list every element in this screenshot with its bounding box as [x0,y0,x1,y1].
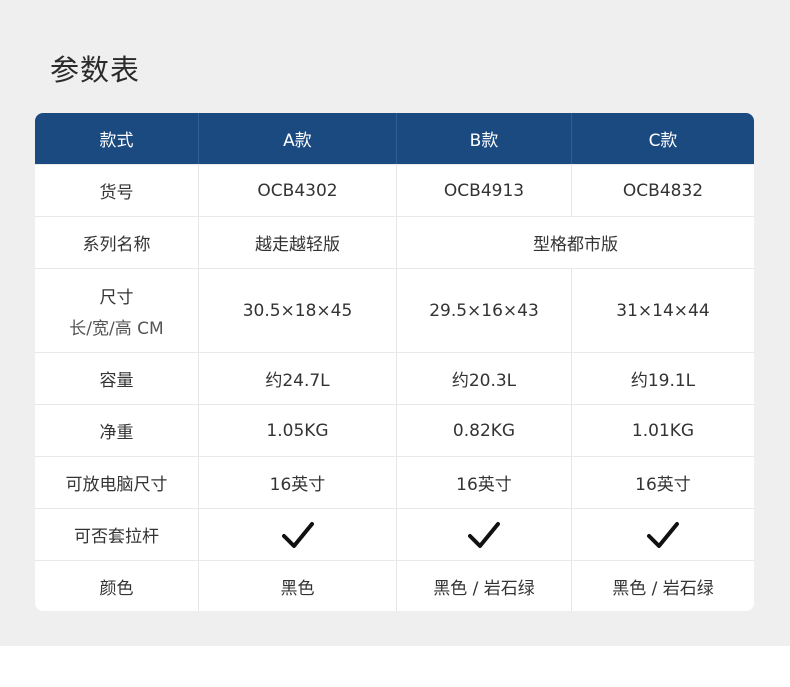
header-cell-b: B款 [396,113,571,164]
color-b: 黑色 / 岩石绿 [396,560,571,611]
header-cell-c: C款 [571,113,754,164]
size-label: 尺寸 [99,287,134,308]
laptop-a: 16英寸 [198,456,396,508]
spec-panel: 参数表 款式 A款 B款 C款 货号 OCB4302 OCB4913 OCB48… [0,0,790,646]
header-cell-style: 款式 [35,113,198,164]
row-label-trolley: 可否套拉杆 [35,508,198,560]
color-c: 黑色 / 岩石绿 [571,560,754,611]
size-a: 30.5×18×45 [198,268,396,352]
spec-table: 款式 A款 B款 C款 货号 OCB4302 OCB4913 OCB4832 系… [35,113,754,611]
series-bc: 型格都市版 [396,216,754,268]
size-unit-label: 长/宽/高 CM [69,318,164,339]
weight-b: 0.82KG [396,404,571,456]
checkmark-icon [396,508,571,560]
capacity-c: 约19.1L [571,352,754,404]
checkmark-icon [198,508,396,560]
row-label-size: 尺寸 长/宽/高 CM [35,268,198,352]
row-label-item-no: 货号 [35,164,198,216]
laptop-b: 16英寸 [396,456,571,508]
item-no-c: OCB4832 [571,164,754,216]
row-label-laptop: 可放电脑尺寸 [35,456,198,508]
series-a: 越走越轻版 [198,216,396,268]
laptop-c: 16英寸 [571,456,754,508]
weight-a: 1.05KG [198,404,396,456]
capacity-b: 约20.3L [396,352,571,404]
checkmark-icon [571,508,754,560]
row-label-weight: 净重 [35,404,198,456]
header-cell-a: A款 [198,113,396,164]
row-label-series: 系列名称 [35,216,198,268]
weight-c: 1.01KG [571,404,754,456]
capacity-a: 约24.7L [198,352,396,404]
item-no-a: OCB4302 [198,164,396,216]
color-a: 黑色 [198,560,396,611]
page-title: 参数表 [50,53,141,87]
size-c: 31×14×44 [571,268,754,352]
row-label-capacity: 容量 [35,352,198,404]
size-b: 29.5×16×43 [396,268,571,352]
item-no-b: OCB4913 [396,164,571,216]
row-label-color: 颜色 [35,560,198,611]
